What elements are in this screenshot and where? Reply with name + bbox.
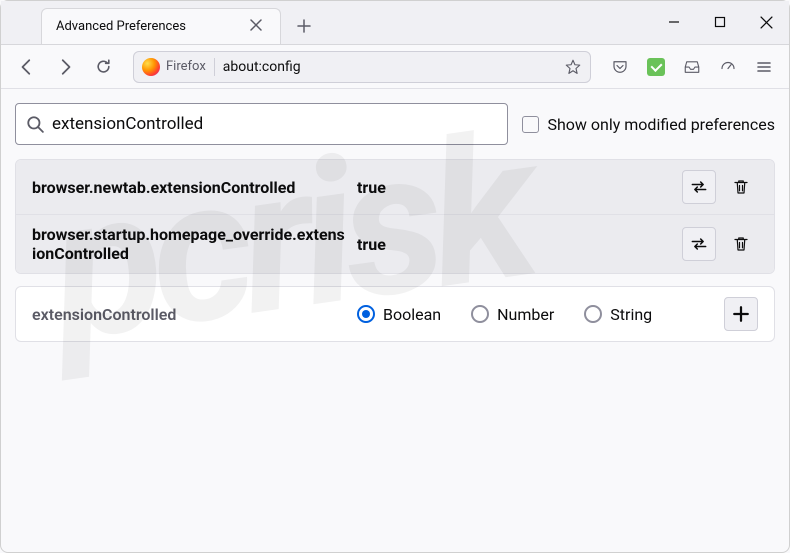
- search-icon: [26, 115, 44, 133]
- url-text: about:config: [223, 59, 558, 75]
- preference-row: browser.newtab.extensionControlled true: [16, 160, 774, 214]
- pref-value: true: [357, 178, 672, 197]
- radio-icon: [471, 305, 489, 323]
- new-preference-row: extensionControlled Boolean Number Strin…: [15, 286, 775, 342]
- titlebar: Advanced Preferences: [1, 1, 789, 45]
- minimize-button[interactable]: [651, 0, 697, 44]
- toggle-button[interactable]: [682, 170, 716, 204]
- pref-name: browser.newtab.extensionControlled: [32, 178, 347, 197]
- extension-icon[interactable]: [641, 52, 671, 82]
- page-content: Show only modified preferences browser.n…: [1, 89, 789, 356]
- pref-value: true: [357, 235, 672, 254]
- type-radios: Boolean Number String: [357, 305, 714, 324]
- radio-label: String: [610, 305, 652, 324]
- url-bar[interactable]: Firefox about:config: [133, 51, 591, 83]
- close-tab-icon[interactable]: [250, 19, 266, 35]
- checkbox-icon: [522, 116, 539, 133]
- inbox-icon[interactable]: [677, 52, 707, 82]
- maximize-button[interactable]: [697, 0, 743, 44]
- preferences-table: browser.newtab.extensionControlled true …: [15, 159, 775, 274]
- app-menu-icon[interactable]: [749, 52, 779, 82]
- navigation-toolbar: Firefox about:config: [1, 45, 789, 89]
- radio-label: Number: [497, 305, 554, 324]
- tab-title: Advanced Preferences: [56, 19, 200, 34]
- radio-boolean[interactable]: Boolean: [357, 305, 441, 324]
- browser-tab[interactable]: Advanced Preferences: [41, 8, 281, 44]
- star-icon[interactable]: [564, 58, 582, 76]
- pref-name: browser.startup.homepage_override.extens…: [32, 225, 347, 263]
- radio-label: Boolean: [383, 305, 441, 324]
- toggle-button[interactable]: [682, 227, 716, 261]
- delete-button[interactable]: [724, 227, 758, 261]
- search-row: Show only modified preferences: [15, 103, 775, 145]
- firefox-logo-icon: [142, 58, 160, 76]
- add-preference-button[interactable]: [724, 297, 758, 331]
- forward-button[interactable]: [49, 51, 81, 83]
- show-only-modified-checkbox[interactable]: Show only modified preferences: [522, 115, 775, 134]
- search-input[interactable]: [52, 114, 497, 134]
- dashboard-icon[interactable]: [713, 52, 743, 82]
- search-box[interactable]: [15, 103, 508, 145]
- radio-number[interactable]: Number: [471, 305, 554, 324]
- close-window-button[interactable]: [743, 0, 789, 44]
- pocket-icon[interactable]: [605, 52, 635, 82]
- reload-button[interactable]: [87, 51, 119, 83]
- new-pref-name: extensionControlled: [32, 305, 347, 324]
- radio-icon: [584, 305, 602, 323]
- checkbox-label: Show only modified preferences: [547, 115, 775, 134]
- preference-row: browser.startup.homepage_override.extens…: [16, 214, 774, 273]
- urlbar-separator: [214, 58, 215, 76]
- radio-icon: [357, 305, 375, 323]
- identity-label: Firefox: [166, 59, 206, 74]
- delete-button[interactable]: [724, 170, 758, 204]
- radio-string[interactable]: String: [584, 305, 652, 324]
- back-button[interactable]: [11, 51, 43, 83]
- window-controls: [651, 0, 789, 44]
- new-tab-button[interactable]: [289, 11, 319, 41]
